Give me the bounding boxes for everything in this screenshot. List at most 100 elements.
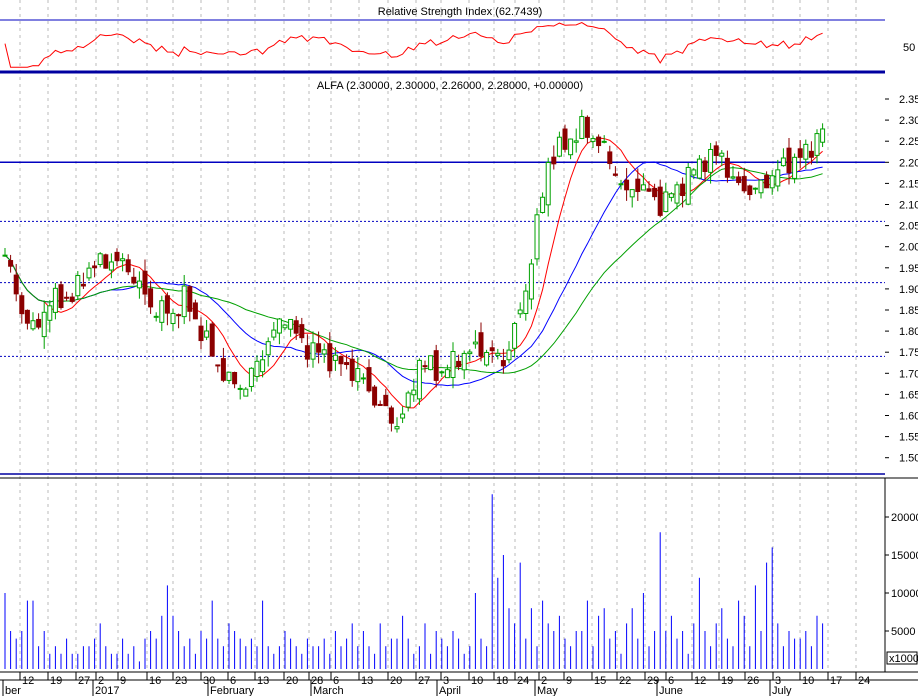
candle-body [64,296,70,299]
candle-body [310,342,316,360]
price-tick-label: 1.75 [899,347,918,359]
candle-body [265,341,271,356]
candle-body [153,315,159,318]
candle-body [792,156,798,179]
x-day-label: 9 [566,675,572,687]
candle-body [528,263,534,300]
candle-body [13,274,19,295]
candle-body [456,360,462,368]
x-day-label: 9 [120,675,126,687]
candle-body [540,196,546,213]
candle-body [243,388,249,397]
candle-body [478,332,484,357]
x-month-label: March [313,685,344,696]
candle-body [80,283,86,287]
candle-body [752,187,758,190]
chart-svg: Relative Strength Index (62.7439) ALFA (… [0,0,918,696]
rsi-panel [4,22,823,68]
candle-body [97,253,103,265]
candle-body [360,377,366,380]
x-month-label: April [439,685,461,696]
candle-body [730,176,736,179]
candle-body [512,323,518,349]
candle-body [2,254,8,257]
candle-body [103,254,109,269]
volume-tick-label: 15000 [891,550,918,562]
candle-body [136,280,142,289]
price-tick-label: 2.20 [899,157,918,169]
volume-tick-label: 20000 [891,512,918,524]
candle-body [562,128,568,150]
candle-body [170,312,176,325]
candle-body [8,260,14,267]
candle-body [764,174,770,189]
x-day-label: 22 [619,675,631,687]
candle-body [534,214,540,260]
candle-body [120,258,126,262]
x-month-label: ber [5,685,21,696]
x-month-label: 2017 [95,685,119,696]
rsi-tick-label: 50 [903,42,915,54]
candle-body [164,295,170,314]
candle-body [775,169,781,187]
candle-body [19,295,25,315]
candle-body [646,188,652,192]
candle-body [506,349,512,361]
candle-body [299,324,305,339]
candle-body [663,191,669,213]
candle-body [148,288,154,308]
candle-body [713,145,719,156]
x-day-label: 12 [22,675,34,687]
candle-body [652,187,658,198]
candle-body [450,350,456,379]
moving-average-line-20 [4,161,823,387]
candle-body [30,320,36,330]
candle-body [405,392,411,408]
candle-body [797,148,803,158]
candle-body [629,189,635,198]
x-day-label: 26 [747,675,759,687]
candle-body [484,351,490,366]
candle-body [618,183,624,186]
candle-body [344,362,350,366]
grid [19,0,857,672]
x-day-label: 10 [802,675,814,687]
price-tick-label: 2.05 [899,221,918,233]
candle-body [495,352,501,356]
candle-body [769,175,775,189]
candle-body [52,287,58,313]
rsi-title: Relative Strength Index (62.7439) [378,6,543,18]
candle-body [209,323,215,357]
candle-body [114,251,120,262]
candles [2,109,826,433]
price-tick-label: 2.10 [899,200,918,212]
price-tick-label: 1.85 [899,305,918,317]
x-day-label: 24 [858,675,870,687]
candle-body [276,318,282,334]
candle-body [668,193,674,198]
candle-body [584,116,590,138]
candle-body [814,133,820,156]
candle-body [517,309,523,315]
candle-body [444,369,450,379]
candle-body [691,169,697,176]
candle-body [411,389,417,396]
candle-body [736,176,742,183]
price-tick-label: 1.65 [899,389,918,401]
volume-unit-label: x1000 [889,653,918,665]
candle-body [75,275,81,297]
candle-body [624,179,630,191]
candle-body [719,152,725,157]
candle-body [248,367,254,388]
price-tick-label: 1.55 [899,432,918,444]
candle-body [601,140,607,143]
price-tick-label: 2.15 [899,178,918,190]
price-tick-label: 1.60 [899,411,918,423]
price-tick-label: 1.70 [899,368,918,380]
candle-body [237,387,243,390]
candle-body [472,341,478,345]
volume-tick-label: 10000 [891,588,918,600]
candle-body [293,320,299,334]
candle-body [416,359,422,400]
candle-body [685,166,691,205]
